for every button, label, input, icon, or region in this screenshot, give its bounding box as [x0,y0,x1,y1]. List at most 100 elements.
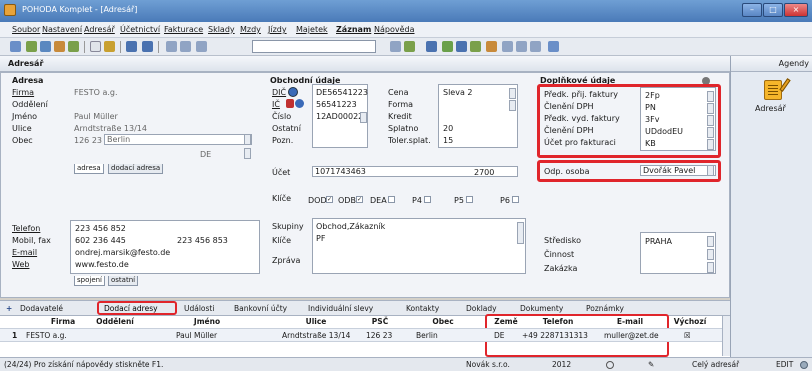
tab-bankovni-ucty[interactable]: Bankovní účty [234,303,287,315]
ares-icon[interactable] [288,87,298,97]
maximize-button[interactable]: □ [763,3,783,17]
window1-icon[interactable] [502,41,513,52]
splatno-value[interactable]: 20 [443,124,453,133]
help-icon[interactable] [548,41,559,52]
col-ulice[interactable]: Ulice [272,316,360,327]
add-tab-icon[interactable]: + [6,303,12,315]
cena-dropdown-button[interactable] [509,88,516,99]
stredisko-dropdown[interactable] [707,236,714,247]
checkbox-dod[interactable]: ✓ [326,196,333,203]
cinnost-dropdown[interactable] [707,249,714,260]
checkbox-dea[interactable] [388,196,395,203]
odp-osoba-dropdown[interactable] [707,165,714,176]
mobil-value[interactable]: 602 236 445 [75,236,126,245]
zakazka-dropdown[interactable] [707,262,714,273]
menu-fakturace[interactable]: Fakturace [164,25,203,34]
tab-kontakty[interactable]: Kontakty [406,303,439,315]
doplnkove-dropdown-0[interactable] [707,91,714,102]
menu-napoveda[interactable]: Nápověda [374,25,415,34]
tab-individualni-slevy[interactable]: Individuální slevy [308,303,373,315]
edit-icon[interactable] [54,41,65,52]
doplnkove-dropdown-1[interactable] [707,103,714,114]
tab-dodavatele[interactable]: Dodavatelé [20,303,63,315]
preview-icon[interactable] [180,41,191,52]
print-icon[interactable] [166,41,177,52]
klice-value[interactable]: PF [316,234,325,243]
menu-zaznam[interactable]: Záznam [336,25,371,34]
odp-osoba-field[interactable]: Dvořák Pavel [640,165,716,176]
close-button[interactable]: × [784,3,808,17]
doplnkove-dropdown-3[interactable] [707,127,714,138]
doplnkove-value-4[interactable]: KB [645,139,656,148]
fax-value[interactable]: 223 456 853 [177,236,228,245]
skupiny-dropdown-button[interactable] [517,222,524,244]
cell-firma[interactable]: FESTO a.g. [26,330,67,341]
doplnkove-value-1[interactable]: PN [645,103,656,112]
checkbox-odb[interactable]: ✓ [356,196,363,203]
filter-dropdown-icon[interactable] [390,41,401,52]
back-icon[interactable] [126,41,137,52]
doplnkove-dropdown-4[interactable] [707,139,714,150]
tab-udalosti[interactable]: Události [184,303,214,315]
ic-value[interactable]: 56541223 [316,100,357,109]
cell-zeme[interactable]: DE [494,330,505,341]
users-icon[interactable] [486,41,497,52]
col-oddeleni[interactable]: Oddělení [88,316,142,327]
dropdown-icon[interactable] [142,41,153,52]
col-vychozi[interactable]: Výchozí [670,316,710,327]
cell-vychozi[interactable]: ☒ [684,330,691,341]
telefon-value[interactable]: 223 456 852 [75,224,126,233]
export-icon[interactable] [196,41,207,52]
document-icon[interactable] [90,41,101,52]
status-year[interactable]: 2012 [552,358,571,371]
select-icon[interactable] [426,41,437,52]
tab-spojeni[interactable]: spojení [74,276,106,286]
pencil-icon[interactable] [104,41,115,52]
col-firma[interactable]: Firma [38,316,88,327]
checkbox-p4[interactable] [424,196,431,203]
rejstrik-icon[interactable] [286,99,294,108]
cell-ulice[interactable]: Arndtstraße 13/14 [282,330,350,341]
quick-search-input[interactable] [252,40,376,53]
doplnkove-dropdown-2[interactable] [707,115,714,126]
col-psc[interactable]: PSČ [360,316,400,327]
menu-jizdy[interactable]: Jízdy [268,25,287,34]
list-icon[interactable] [456,41,467,52]
psc-value[interactable]: 126 23 [74,136,102,145]
obec-field[interactable]: Berlin [104,134,252,145]
status-all-records[interactable]: Celý adresář [692,358,739,371]
window2-icon[interactable] [516,41,527,52]
zeme-dropdown-button[interactable] [244,148,251,159]
firma-value[interactable]: FESTO a.g. [74,88,118,97]
checkbox-p6[interactable] [512,196,519,203]
menu-mzdy[interactable]: Mzdy [240,25,261,34]
menu-ucetnictvi[interactable]: Účetnictví [120,25,160,34]
web-search-icon[interactable] [295,99,304,108]
cell-jmeno[interactable]: Paul Müller [176,330,217,341]
open-icon[interactable] [10,41,21,52]
find-icon[interactable] [442,41,453,52]
jmeno-value[interactable]: Paul Müller [74,112,118,121]
tab-adresa[interactable]: adresa [74,164,104,174]
table-icon[interactable] [470,41,481,52]
col-email[interactable]: E-mail [594,316,666,327]
doplnkove-value-2[interactable]: 3Fv [645,115,659,124]
web-value[interactable]: www.festo.de [75,260,129,269]
cislo-spin-button[interactable] [360,112,367,123]
cell-psc[interactable]: 126 23 [366,330,392,341]
ulice-value[interactable]: Arndtstraße 13/14 [74,124,147,133]
cell-email[interactable]: muller@zet.de [604,330,659,341]
col-jmeno[interactable]: Jméno [142,316,272,327]
cell-obec[interactable]: Berlin [416,330,438,341]
filter-icon[interactable] [404,41,415,52]
tab-dodaci-adresa[interactable]: dodací adresa [108,164,164,174]
stredisko-value[interactable]: PRAHA [645,237,672,246]
cislo-value[interactable]: 12AD00022 [316,112,363,121]
cell-telefon[interactable]: +49 2287131313 [522,330,588,341]
toler-value[interactable]: 15 [443,136,453,145]
menu-sklady[interactable]: Sklady [208,25,235,34]
skupiny-value[interactable]: Obchod,Zákazník [316,222,385,231]
menu-nastaveni[interactable]: Nastavení [42,25,82,34]
minimize-button[interactable]: – [742,3,762,17]
col-telefon[interactable]: Telefon [522,316,594,327]
